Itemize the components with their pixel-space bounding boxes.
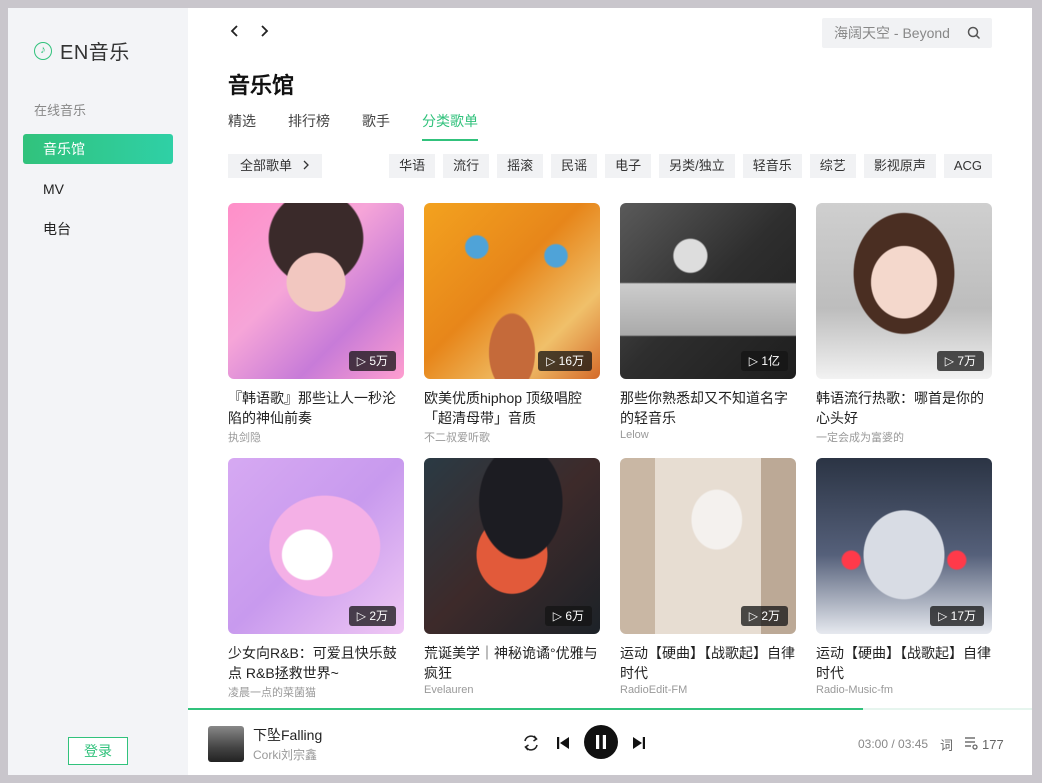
tab-charts[interactable]: 排行榜 bbox=[288, 111, 330, 141]
playback-progress[interactable] bbox=[188, 708, 864, 710]
play-count-badge: ▷ 17万 bbox=[930, 606, 984, 626]
chevron-left-icon[interactable] bbox=[225, 22, 245, 42]
genre-tags: 华语 流行 摇滚 民谣 电子 另类/独立 轻音乐 综艺 影视原声 ACG bbox=[389, 154, 992, 178]
playlist-title[interactable]: 荒诞美学｜神秘诡谲°优雅与疯狂 bbox=[424, 643, 600, 683]
tag-acg[interactable]: ACG bbox=[943, 154, 992, 178]
tag-variety[interactable]: 综艺 bbox=[809, 154, 856, 178]
playlist-title[interactable]: 欧美优质hiphop 顶级唱腔「超清母带」音质 bbox=[424, 388, 600, 428]
page-title: 音乐馆 bbox=[228, 73, 295, 98]
player-bar: 下坠Falling Corki刘宗鑫 03:00 / 03:45 词 177 bbox=[188, 708, 1032, 775]
playlist-title[interactable]: 运动【硬曲】【战歌起】自律时代 bbox=[816, 643, 992, 683]
chevron-right-icon[interactable] bbox=[254, 22, 274, 42]
sidebar-item-radio[interactable]: 电台 bbox=[23, 214, 173, 244]
playlist-cover[interactable]: ▷ 2万 bbox=[620, 458, 796, 634]
lyrics-button[interactable]: 词 bbox=[940, 735, 953, 754]
main-content: 海阔天空 - Beyond 音乐馆 精选 排行榜 歌手 分类歌单 全部歌单 华语… bbox=[188, 8, 1032, 708]
playlist-title[interactable]: 那些你熟悉却又不知道名字的轻音乐 bbox=[620, 388, 796, 428]
tab-featured[interactable]: 精选 bbox=[228, 111, 256, 141]
playlist-title[interactable]: 『韩语歌』那些让人一秒沦陷的神仙前奏 bbox=[228, 388, 404, 428]
tab-artists[interactable]: 歌手 bbox=[362, 111, 390, 141]
pause-button[interactable] bbox=[584, 725, 618, 764]
tag-mandarin[interactable]: 华语 bbox=[389, 154, 436, 178]
playlist-author[interactable]: Radio-Music-fm bbox=[816, 684, 992, 696]
next-icon[interactable] bbox=[631, 735, 647, 756]
playlist-cover[interactable]: ▷ 5万 bbox=[228, 203, 404, 379]
tag-rock[interactable]: 摇滚 bbox=[497, 154, 544, 178]
tag-alternative-indie[interactable]: 另类/独立 bbox=[659, 154, 735, 178]
sidebar-section-label: 在线音乐 bbox=[34, 103, 87, 118]
play-count-badge: ▷ 16万 bbox=[538, 351, 592, 371]
playlist-cover[interactable]: ▷ 1亿 bbox=[620, 203, 796, 379]
playlist-title[interactable]: 韩语流行热歌：哪首是你的心头好 bbox=[816, 388, 992, 428]
playback-time: 03:00 / 03:45 bbox=[858, 737, 929, 751]
play-count-badge: ▷ 2万 bbox=[348, 606, 396, 626]
playlist-card[interactable]: ▷ 2万 少女向R&B：可爱且快乐鼓点 R&B拯救世界~ 凌晨一点的菜菌猫 bbox=[228, 458, 404, 713]
playlist-cover[interactable]: ▷ 17万 bbox=[816, 458, 992, 634]
sidebar-item-mv[interactable]: MV bbox=[23, 174, 173, 204]
now-playing-artist[interactable]: Corki刘宗鑫 bbox=[253, 746, 317, 763]
queue-count: 177 bbox=[982, 737, 1004, 752]
app-window: ♪ EN音乐 在线音乐 音乐馆 MV 电台 登录 海阔天空 - Beyond 音… bbox=[8, 8, 1032, 775]
sidebar: ♪ EN音乐 在线音乐 音乐馆 MV 电台 登录 bbox=[8, 8, 188, 775]
app-logo: ♪ EN音乐 bbox=[34, 36, 130, 65]
playlist-card[interactable]: ▷ 16万 欧美优质hiphop 顶级唱腔「超清母带」音质 不二叔爱听歌 bbox=[424, 203, 600, 458]
play-count-badge: ▷ 1亿 bbox=[740, 351, 788, 371]
repeat-icon[interactable] bbox=[521, 734, 541, 757]
search-input[interactable]: 海阔天空 - Beyond bbox=[834, 23, 958, 43]
playlist-cover[interactable]: ▷ 2万 bbox=[228, 458, 404, 634]
tab-category-playlists[interactable]: 分类歌单 bbox=[422, 111, 478, 141]
previous-icon[interactable] bbox=[555, 735, 571, 756]
playlist-cover[interactable]: ▷ 6万 bbox=[424, 458, 600, 634]
sidebar-item-music-hall[interactable]: 音乐馆 bbox=[23, 134, 173, 164]
search-box[interactable]: 海阔天空 - Beyond bbox=[822, 18, 992, 48]
tag-pop[interactable]: 流行 bbox=[443, 154, 490, 178]
app-name: EN音乐 bbox=[60, 42, 130, 64]
playlist-card[interactable]: ▷ 5万 『韩语歌』那些让人一秒沦陷的神仙前奏 执剑隐 bbox=[228, 203, 404, 458]
all-playlists-button[interactable]: 全部歌单 bbox=[228, 154, 322, 178]
chevron-right-icon bbox=[302, 158, 310, 173]
playlist-author[interactable]: 不二叔爱听歌 bbox=[424, 429, 600, 445]
pause-icon bbox=[584, 725, 618, 759]
category-tabs: 精选 排行榜 歌手 分类歌单 bbox=[228, 111, 510, 141]
music-note-icon: ♪ bbox=[34, 41, 52, 60]
playlist-grid: ▷ 5万 『韩语歌』那些让人一秒沦陷的神仙前奏 执剑隐 ▷ 16万 欧美优质hi… bbox=[228, 203, 992, 713]
playlist-author[interactable]: 一定会成为富婆的 bbox=[816, 429, 992, 445]
tag-light-music[interactable]: 轻音乐 bbox=[742, 154, 802, 178]
playlist-card[interactable]: ▷ 6万 荒诞美学｜神秘诡谲°优雅与疯狂 Evelauren bbox=[424, 458, 600, 713]
all-playlists-label: 全部歌单 bbox=[240, 158, 293, 173]
playlist-cover[interactable]: ▷ 16万 bbox=[424, 203, 600, 379]
now-playing-cover[interactable] bbox=[208, 726, 244, 762]
now-playing-title[interactable]: 下坠Falling bbox=[253, 725, 322, 745]
playlist-card[interactable]: ▷ 7万 韩语流行热歌：哪首是你的心头好 一定会成为富婆的 bbox=[816, 203, 992, 458]
playlist-author[interactable]: 执剑隐 bbox=[228, 429, 404, 445]
playlist-author[interactable]: 凌晨一点的菜菌猫 bbox=[228, 684, 404, 700]
playlist-card[interactable]: ▷ 17万 运动【硬曲】【战歌起】自律时代 Radio-Music-fm bbox=[816, 458, 992, 713]
search-icon[interactable] bbox=[966, 25, 982, 41]
play-count-badge: ▷ 7万 bbox=[936, 351, 984, 371]
playlist-queue-button[interactable]: 177 bbox=[963, 735, 1004, 754]
playlist-icon bbox=[963, 735, 979, 754]
login-button[interactable]: 登录 bbox=[68, 737, 128, 765]
playlist-cover[interactable]: ▷ 7万 bbox=[816, 203, 992, 379]
play-count-badge: ▷ 2万 bbox=[740, 606, 788, 626]
playlist-author[interactable]: RadioEdit-FM bbox=[620, 684, 796, 696]
playlist-author[interactable]: Evelauren bbox=[424, 684, 600, 696]
playlist-author[interactable]: Lelow bbox=[620, 429, 796, 441]
tag-soundtrack[interactable]: 影视原声 bbox=[863, 154, 936, 178]
playlist-card[interactable]: ▷ 2万 运动【硬曲】【战歌起】自律时代 RadioEdit-FM bbox=[620, 458, 796, 713]
tag-electronic[interactable]: 电子 bbox=[605, 154, 652, 178]
playlist-card[interactable]: ▷ 1亿 那些你熟悉却又不知道名字的轻音乐 Lelow bbox=[620, 203, 796, 458]
tag-folk[interactable]: 民谣 bbox=[551, 154, 598, 178]
play-count-badge: ▷ 5万 bbox=[348, 351, 396, 371]
play-count-badge: ▷ 6万 bbox=[544, 606, 592, 626]
playlist-title[interactable]: 少女向R&B：可爱且快乐鼓点 R&B拯救世界~ bbox=[228, 643, 404, 683]
playlist-title[interactable]: 运动【硬曲】【战歌起】自律时代 bbox=[620, 643, 796, 683]
